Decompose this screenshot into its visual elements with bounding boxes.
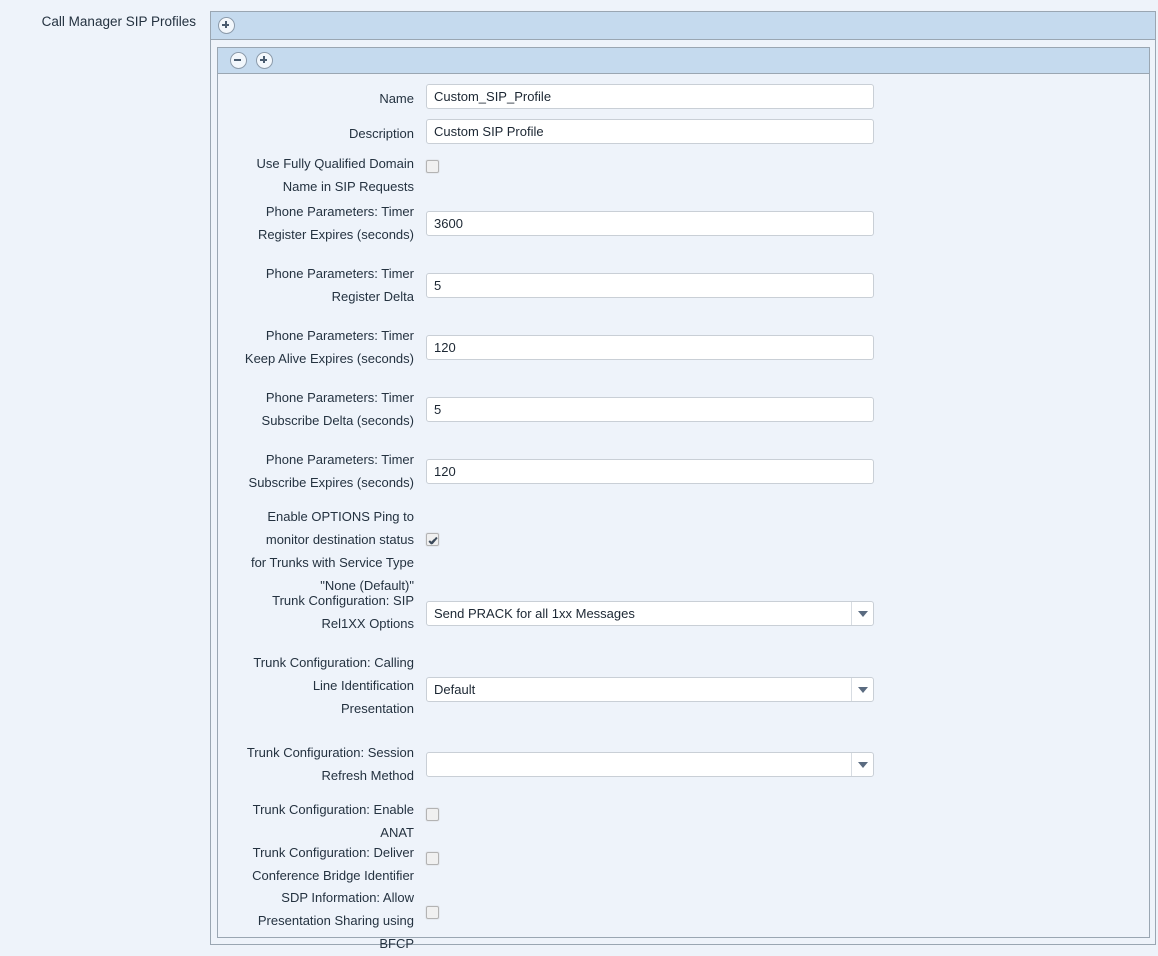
select-trunk-configuration-calling-line-identification[interactable]: Default — [426, 677, 874, 702]
checkbox-trunk-configuration-enable-anat[interactable] — [426, 808, 439, 821]
chevron-down-icon[interactable] — [851, 602, 873, 625]
select-trunk-configuration-sip-rel1xx-options[interactable]: Send PRACK for all 1xx Messages — [426, 601, 874, 626]
sip-profile-entry-panel: Name Description Use Fully Qualified Domai… — [217, 47, 1150, 938]
checkbox-use-fully-qualified-domain-name[interactable] — [426, 160, 439, 173]
field-label-trunk-configuration-calling-line-identification: Trunk Configuration: CallingLine Identif… — [218, 651, 414, 720]
select-value-trunk-configuration-calling-line-identification: Default — [434, 678, 843, 701]
checkbox-enable-options-ping-to-monitor[interactable] — [426, 533, 439, 546]
input-phone-parameters-timer-register-expires[interactable] — [426, 211, 874, 236]
input-phone-parameters-timer-subscribe-expires[interactable] — [426, 459, 874, 484]
input-name[interactable] — [426, 84, 874, 109]
field-label-name: Name — [218, 87, 414, 110]
select-value-trunk-configuration-session-refresh-method — [434, 753, 843, 776]
inner-panel-expand-icon[interactable] — [256, 52, 273, 69]
chevron-down-icon[interactable] — [851, 753, 873, 776]
field-label-phone-parameters-timer-register-expires: Phone Parameters: TimerRegister Expires … — [218, 200, 414, 246]
sip-profile-form: Name Description Use Fully Qualified Domai… — [218, 75, 1149, 937]
field-label-phone-parameters-timer-subscribe-expires: Phone Parameters: TimerSubscribe Expires… — [218, 448, 414, 494]
inner-panel-collapse-icon[interactable] — [230, 52, 247, 69]
input-phone-parameters-timer-keep-alive[interactable] — [426, 335, 874, 360]
outer-panel-expand-icon[interactable] — [218, 17, 235, 34]
checkbox-sdp-information-allow-presentation-sharing[interactable] — [426, 906, 439, 919]
call-manager-sip-profiles-panel: Name Description Use Fully Qualified Domai… — [210, 11, 1156, 945]
field-label-phone-parameters-timer-subscribe-delta: Phone Parameters: TimerSubscribe Delta (… — [218, 386, 414, 432]
select-value-trunk-configuration-sip-rel1xx-options: Send PRACK for all 1xx Messages — [434, 602, 843, 625]
field-label-description: Description — [218, 122, 414, 145]
checkbox-trunk-configuration-deliver-conference-bridge[interactable] — [426, 852, 439, 865]
input-description[interactable] — [426, 119, 874, 144]
field-label-trunk-configuration-sip-rel1xx-options: Trunk Configuration: SIPRel1XX Options — [218, 589, 414, 635]
field-label-sdp-information-allow-presentation-sharing: SDP Information: AllowPresentation Shari… — [218, 886, 414, 955]
field-label-enable-options-ping-to-monitor: Enable OPTIONS Ping tomonitor destinatio… — [218, 505, 414, 597]
input-phone-parameters-timer-subscribe-delta[interactable] — [426, 397, 874, 422]
field-label-trunk-configuration-session-refresh-method: Trunk Configuration: SessionRefresh Meth… — [218, 741, 414, 787]
input-phone-parameters-timer-register-delta[interactable] — [426, 273, 874, 298]
field-label-phone-parameters-timer-keep-alive: Phone Parameters: TimerKeep Alive Expire… — [218, 324, 414, 370]
page-title: Call Manager SIP Profiles — [0, 14, 196, 30]
inner-panel-header — [218, 48, 1149, 74]
field-label-phone-parameters-timer-register-delta: Phone Parameters: TimerRegister Delta — [218, 262, 414, 308]
outer-panel-header — [211, 12, 1155, 40]
sip-profile-configuration-page: Call Manager SIP Profiles Name Descriptio… — [0, 0, 1158, 956]
chevron-down-icon[interactable] — [851, 678, 873, 701]
field-label-use-fully-qualified-domain-name: Use Fully Qualified DomainName in SIP Re… — [218, 152, 414, 198]
field-label-trunk-configuration-enable-anat: Trunk Configuration: EnableANAT — [218, 798, 414, 844]
field-label-trunk-configuration-deliver-conference-bridge: Trunk Configuration: DeliverConference B… — [218, 841, 414, 887]
select-trunk-configuration-session-refresh-method[interactable] — [426, 752, 874, 777]
